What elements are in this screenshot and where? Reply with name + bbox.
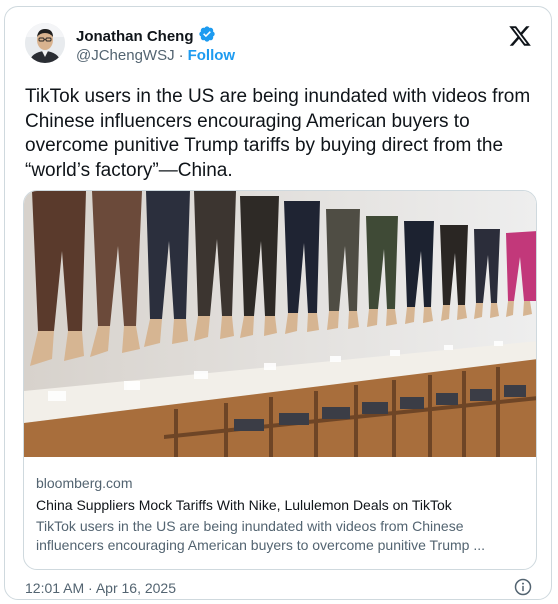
author-handle-row: @JChengWSJ · Follow [76,47,235,64]
author-name[interactable]: Jonathan Cheng [76,28,194,45]
tweet-embed-card: Jonathan Cheng @JChengWSJ · Follow TikTo… [4,6,552,600]
handle-separator: · [178,47,184,64]
avatar-portrait [25,23,65,63]
author-handle[interactable]: @JChengWSJ [76,47,175,64]
author-name-row[interactable]: Jonathan Cheng [76,25,216,48]
link-title[interactable]: China Suppliers Mock Tariffs With Nike, … [36,496,524,515]
link-meta: bloomberg.com China Suppliers Mock Tarif… [36,473,524,555]
x-logo-icon[interactable] [508,24,532,48]
link-preview-card[interactable]: bloomberg.com China Suppliers Mock Tarif… [23,190,537,570]
link-description: TikTok users in the US are being inundat… [36,518,486,553]
verified-badge-icon [198,25,216,48]
author-avatar[interactable] [25,23,65,63]
info-icon[interactable] [514,578,532,596]
link-domain: bloomberg.com [36,475,133,491]
tweet-timestamp[interactable]: 12:01 AM · Apr 16, 2025 [25,580,176,596]
tweet-text: TikTok users in the US are being inundat… [25,86,531,181]
follow-button[interactable]: Follow [188,47,236,64]
article-image [24,191,536,457]
